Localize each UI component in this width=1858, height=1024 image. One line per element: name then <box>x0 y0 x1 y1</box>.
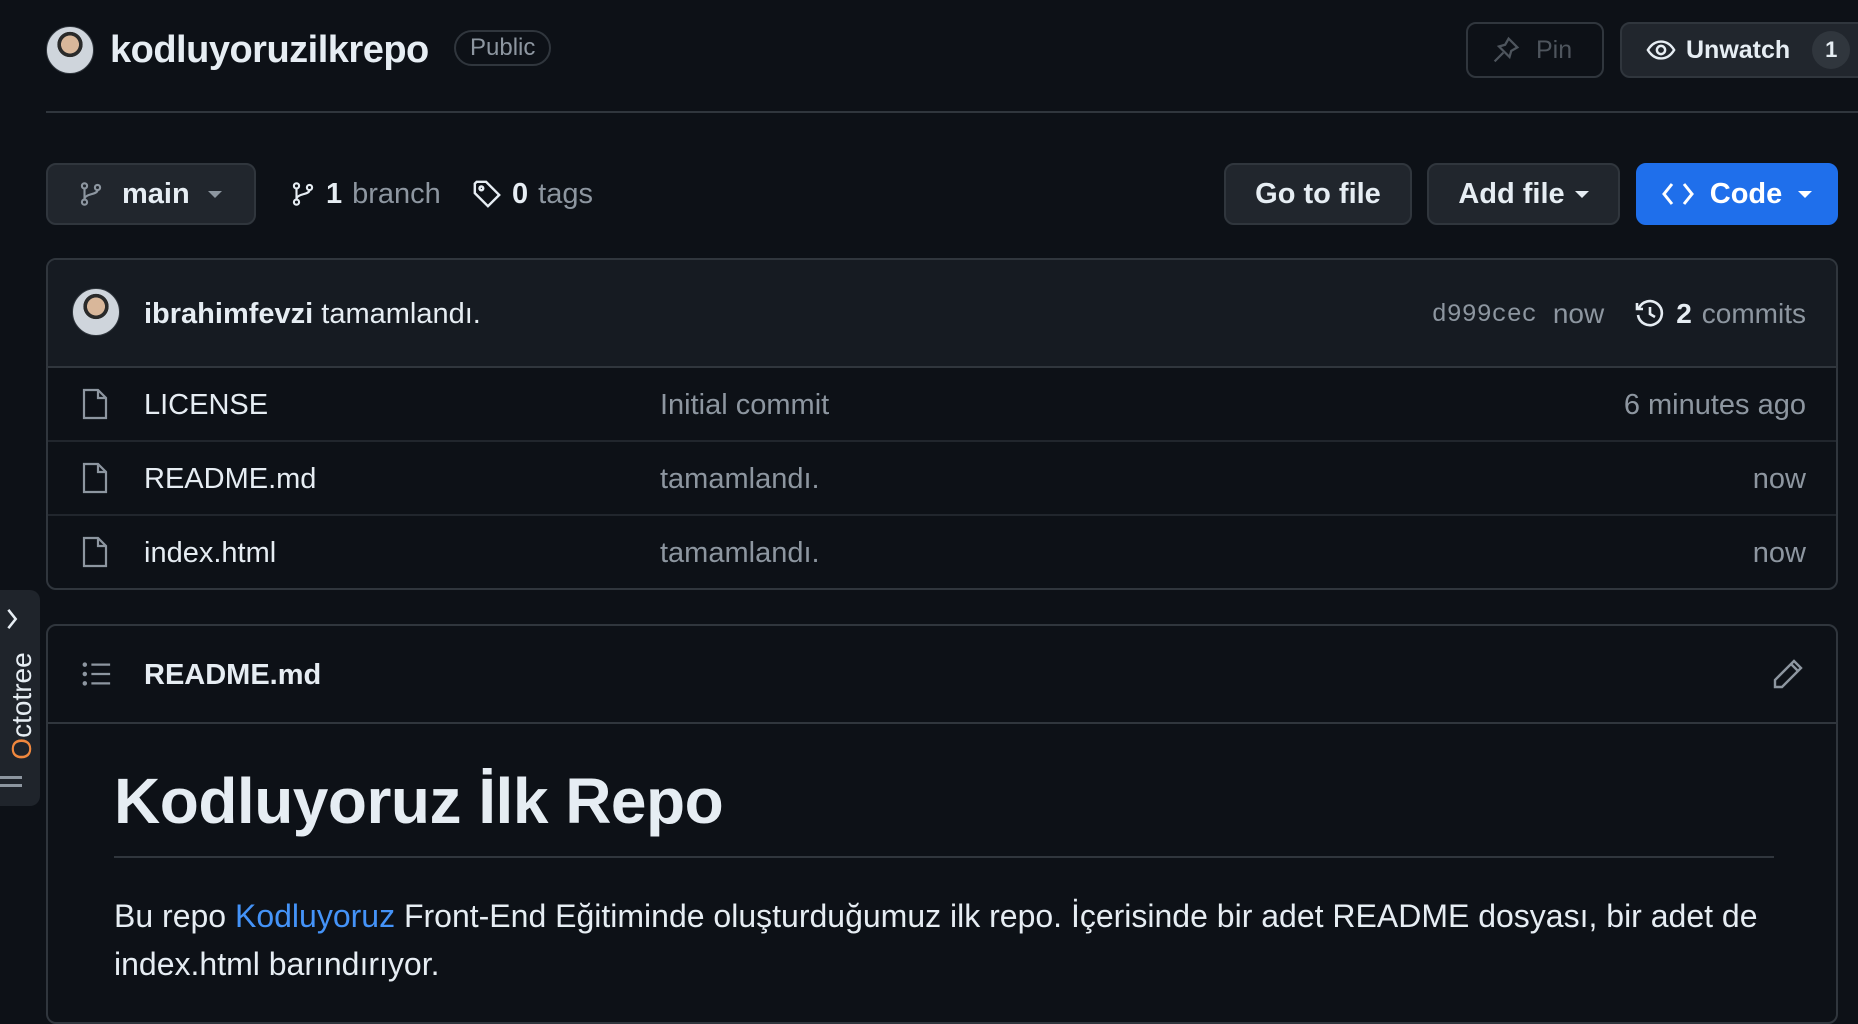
file-name[interactable]: LICENSE <box>144 368 268 442</box>
add-file-label: Add file <box>1458 177 1565 210</box>
file-row[interactable]: index.html tamamlandı. now <box>48 516 1836 588</box>
code-button[interactable]: Code <box>1636 163 1838 225</box>
go-to-file-button[interactable]: Go to file <box>1224 163 1412 225</box>
branches-link[interactable]: 1 branch <box>290 163 441 225</box>
octotree-label: Octotree <box>6 652 37 760</box>
commit-author[interactable]: ibrahimfevzi <box>144 298 313 330</box>
commit-sha[interactable]: d999cec <box>1432 300 1537 329</box>
readme-filename[interactable]: README.md <box>144 626 321 724</box>
file-icon <box>82 462 108 494</box>
branch-label: branch <box>352 177 441 210</box>
branch-select-button[interactable]: main <box>46 163 256 225</box>
repo-name[interactable]: kodluyoruzilkrepo <box>110 26 429 74</box>
commit-meta: d999cec now 2 commits <box>1432 294 1806 334</box>
readme-panel: README.md Kodluyoruz İlk Repo Bu repo Ko… <box>46 624 1838 1024</box>
tags-link[interactable]: 0 tags <box>472 163 593 225</box>
eye-icon <box>1646 35 1676 65</box>
octotree-toggle[interactable]: Octotree <box>0 590 40 806</box>
code-label: Code <box>1709 177 1783 210</box>
branch-count: 1 <box>326 177 343 210</box>
readme-heading: Kodluyoruz İlk Repo <box>114 764 1774 858</box>
pin-label: Pin <box>1536 35 1573 64</box>
commit-count: 2 <box>1676 298 1692 329</box>
file-icon <box>82 388 108 420</box>
file-age: now <box>1752 537 1806 569</box>
visibility-badge: Public <box>454 30 552 66</box>
file-commit-message[interactable]: tamamlandı. <box>660 442 820 516</box>
chevron-down-icon <box>207 190 222 198</box>
kodluyoruz-link[interactable]: Kodluyoruz <box>235 898 395 934</box>
file-list: ibrahimfevzi tamamlandı. d999cec now 2 c… <box>46 258 1838 590</box>
file-name[interactable]: README.md <box>144 442 316 516</box>
pin-button[interactable]: Pin <box>1466 22 1604 78</box>
add-file-button[interactable]: Add file <box>1427 163 1620 225</box>
file-name[interactable]: index.html <box>144 516 276 588</box>
tag-icon <box>472 179 502 209</box>
file-age: now <box>1752 463 1806 495</box>
file-commit-message[interactable]: tamamlandı. <box>660 516 820 588</box>
unwatch-button[interactable]: Unwatch 1 <box>1620 22 1858 78</box>
file-icon <box>82 536 108 568</box>
repo-header: kodluyoruzilkrepo Public Pin Unwatch 1 <box>46 22 1858 78</box>
commit-time: now <box>1552 298 1605 329</box>
commit-summary: ibrahimfevzi tamamlandı. <box>144 294 481 334</box>
commits-link[interactable]: 2 commits <box>1634 298 1806 330</box>
latest-commit-bar: ibrahimfevzi tamamlandı. d999cec now 2 c… <box>48 260 1836 368</box>
tag-label: tags <box>538 177 593 210</box>
git-branch-icon <box>290 179 316 209</box>
chevron-down-icon <box>1574 190 1589 198</box>
tag-count: 0 <box>512 177 529 210</box>
file-row[interactable]: README.md tamamlandı. now <box>48 442 1836 516</box>
git-branch-icon <box>78 179 104 209</box>
history-icon <box>1634 298 1666 330</box>
unwatch-label: Unwatch <box>1686 35 1791 64</box>
pin-icon <box>1492 36 1520 64</box>
commit-label: commits <box>1701 298 1806 329</box>
file-commit-message[interactable]: Initial commit <box>660 368 829 442</box>
current-branch: main <box>122 177 190 210</box>
code-icon <box>1661 181 1694 207</box>
readme-text-before: Bu repo <box>114 898 235 934</box>
list-unordered-icon[interactable] <box>82 660 112 688</box>
readme-header: README.md <box>48 626 1836 724</box>
chevron-down-icon <box>1798 190 1813 198</box>
drag-handle-icon[interactable] <box>0 776 22 792</box>
file-age: 6 minutes ago <box>1623 389 1806 421</box>
readme-paragraph: Bu repo Kodluyoruz Front-End Eğitiminde … <box>114 892 1774 988</box>
file-row[interactable]: LICENSE Initial commit 6 minutes ago <box>48 368 1836 442</box>
commit-author-avatar[interactable] <box>72 288 120 336</box>
commit-message[interactable]: tamamlandı. <box>321 298 481 330</box>
pencil-icon[interactable] <box>1772 658 1804 690</box>
watch-count: 1 <box>1812 31 1851 69</box>
header-divider <box>46 111 1858 113</box>
go-to-file-label: Go to file <box>1255 177 1381 210</box>
owner-avatar[interactable] <box>46 26 94 74</box>
